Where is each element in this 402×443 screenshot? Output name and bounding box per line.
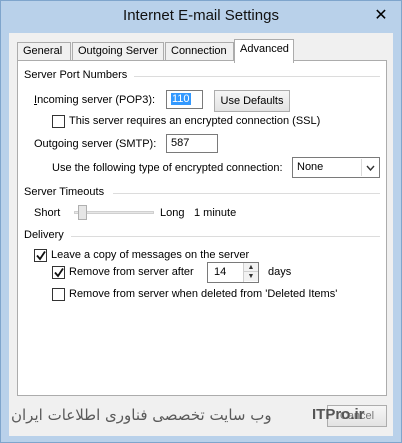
brand-logo-text: ITPro.ir	[312, 406, 365, 423]
incoming-server-label: Incoming server (POP3):	[34, 94, 156, 106]
remove-days-stepper[interactable]: 14 ▲ ▼	[207, 262, 259, 283]
spin-down-icon[interactable]: ▼	[244, 272, 258, 281]
use-defaults-button[interactable]: Use Defaults	[214, 90, 290, 112]
dialog-body: General Outgoing Server Connection Advan…	[9, 33, 393, 436]
incoming-server-label-text: ncoming server (POP3):	[37, 94, 156, 106]
settings-window: Internet E-mail Settings ✕ General Outgo…	[0, 0, 402, 443]
remove-days-value: 14	[214, 266, 227, 278]
tab-connection[interactable]: Connection	[165, 42, 234, 61]
remove-deleted-label: Remove from server when deleted from 'De…	[69, 288, 338, 300]
tab-outgoing-server[interactable]: Outgoing Server	[72, 42, 164, 61]
delivery-heading: Delivery	[24, 229, 64, 241]
outgoing-server-label: Outgoing server (SMTP):	[34, 138, 157, 150]
remove-deleted-checkbox[interactable]	[52, 288, 65, 301]
close-button[interactable]: ✕	[369, 5, 393, 27]
outgoing-port-input[interactable]: 587	[166, 134, 218, 153]
tab-general[interactable]: General	[17, 42, 71, 61]
divider	[134, 76, 380, 77]
ssl-checkbox-label: This server requires an encrypted connec…	[69, 115, 321, 127]
divider	[71, 236, 380, 237]
remove-after-checkbox[interactable]	[52, 266, 65, 279]
timeout-value: 1 minute	[194, 207, 237, 219]
leave-copy-label: Leave a copy of messages on the server	[51, 249, 250, 261]
server-ports-heading: Server Port Numbers	[24, 69, 128, 81]
server-timeouts-heading: Server Timeouts	[24, 186, 105, 198]
watermark-text: وب سایت تخصصی فناوری اطلاعات ایران	[11, 406, 272, 424]
incoming-port-value: 110	[171, 93, 191, 105]
chevron-down-icon	[361, 159, 378, 176]
days-label: days	[268, 266, 292, 278]
timeout-slider-thumb[interactable]	[77, 205, 87, 220]
encryption-type-label: Use the following type of encrypted conn…	[52, 162, 283, 174]
check-icon	[36, 251, 46, 261]
incoming-port-input[interactable]: 110	[166, 90, 203, 109]
timeout-long-label: Long	[160, 207, 185, 219]
encryption-type-select[interactable]: None	[292, 157, 380, 178]
tab-advanced[interactable]: Advanced	[234, 39, 294, 63]
window-title: Internet E-mail Settings	[123, 7, 279, 24]
stepper-buttons: ▲ ▼	[243, 263, 258, 282]
ssl-checkbox[interactable]	[52, 115, 65, 128]
remove-after-label: Remove from server after	[69, 266, 194, 278]
check-icon	[54, 268, 64, 278]
encryption-type-value: None	[297, 161, 324, 173]
advanced-panel: Server Port Numbers Incoming server (POP…	[17, 60, 387, 396]
leave-copy-checkbox[interactable]	[34, 249, 47, 262]
outgoing-port-value: 587	[171, 137, 190, 149]
title-bar[interactable]: Internet E-mail Settings ✕	[1, 1, 401, 33]
divider	[113, 193, 380, 194]
spin-up-icon[interactable]: ▲	[244, 263, 258, 272]
timeout-short-label: Short	[34, 207, 61, 219]
